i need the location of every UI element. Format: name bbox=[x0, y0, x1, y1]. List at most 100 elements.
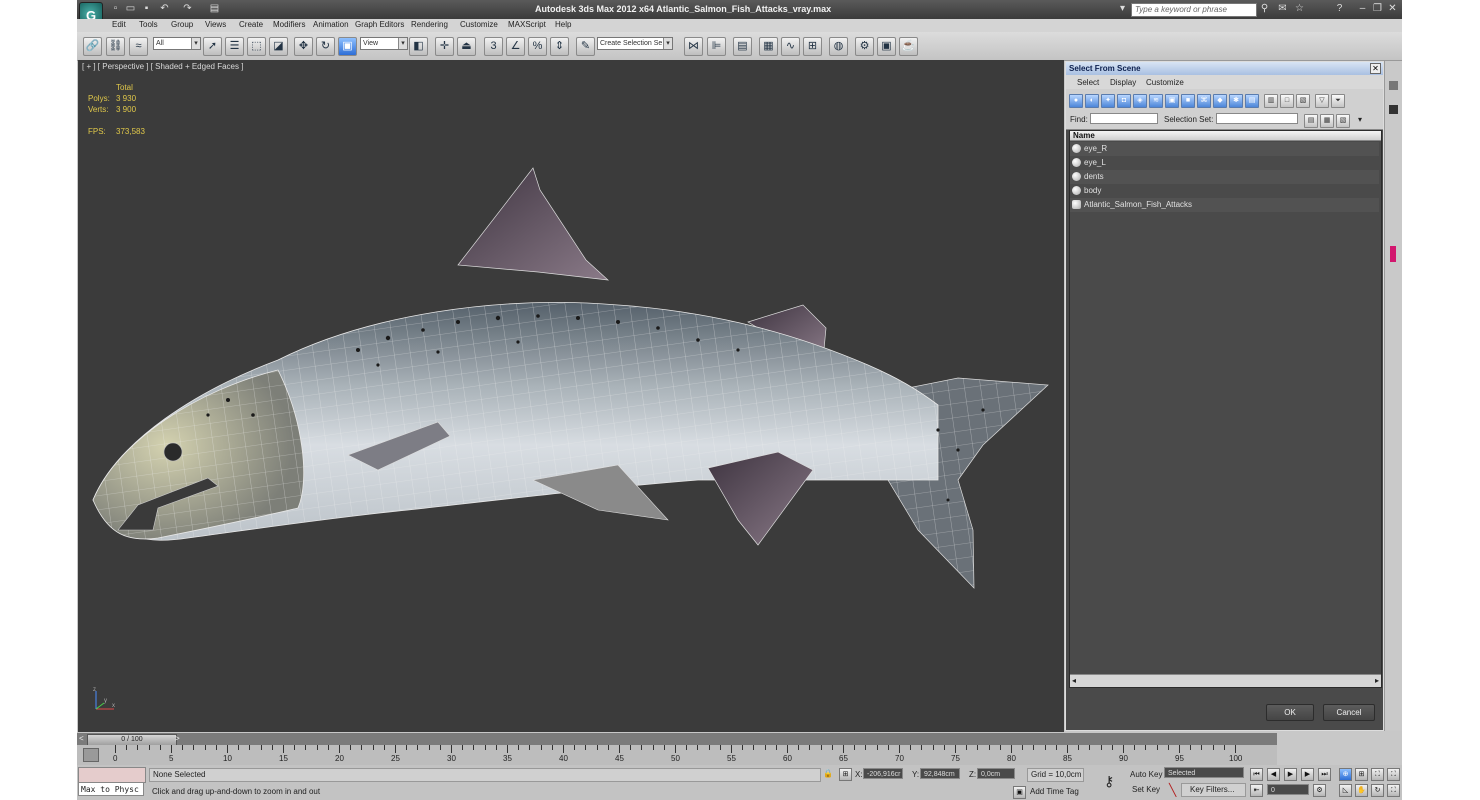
menu-create[interactable]: Create bbox=[239, 20, 263, 29]
help-icon[interactable]: ? bbox=[1334, 3, 1345, 14]
list-item[interactable]: eye_L bbox=[1070, 156, 1379, 170]
panel-tab-icon[interactable] bbox=[1389, 81, 1398, 90]
display-helpers-icon[interactable]: ◈ bbox=[1133, 94, 1147, 108]
panel-tab-icon[interactable] bbox=[1389, 105, 1398, 114]
zoom-icon[interactable]: ⊕ bbox=[1339, 768, 1352, 781]
time-slider-prev[interactable]: < bbox=[79, 734, 84, 743]
list-item[interactable]: Atlantic_Salmon_Fish_Attacks bbox=[1070, 198, 1379, 212]
restore-icon[interactable]: ❐ bbox=[1372, 3, 1383, 14]
menu-edit[interactable]: Edit bbox=[112, 20, 126, 29]
z-coordinate-field[interactable]: 0,0cm bbox=[977, 768, 1015, 779]
column-header-name[interactable]: Name bbox=[1070, 131, 1381, 141]
display-groups-icon[interactable]: ▣ bbox=[1165, 94, 1179, 108]
bind-space-warp-icon[interactable]: ≈ bbox=[129, 37, 148, 56]
scroll-left-icon[interactable]: ◂ bbox=[1072, 676, 1076, 685]
horizontal-scrollbar[interactable]: ◂ ▸ bbox=[1070, 674, 1381, 687]
selection-filter-dropdown[interactable]: All ▾ bbox=[153, 37, 201, 50]
schematic-view-icon[interactable]: ⊞ bbox=[803, 37, 822, 56]
key-filter-icon[interactable]: ╲ bbox=[1169, 783, 1176, 797]
play-icon[interactable]: ▶ bbox=[1284, 768, 1297, 781]
menu-tools[interactable]: Tools bbox=[139, 20, 158, 29]
find-input[interactable] bbox=[1090, 113, 1158, 124]
cancel-button[interactable]: Cancel bbox=[1323, 704, 1375, 721]
menu-help[interactable]: Help bbox=[555, 20, 571, 29]
perspective-viewport[interactable]: [ + ] [ Perspective ] [ Shaded + Edged F… bbox=[78, 60, 1064, 732]
set-key-icon[interactable]: ⚷ bbox=[1104, 773, 1114, 790]
mirror-icon[interactable]: ⋈ bbox=[684, 37, 703, 56]
pivot-center-icon[interactable]: ◧ bbox=[409, 37, 428, 56]
add-time-tag[interactable]: Add Time Tag bbox=[1030, 787, 1079, 796]
next-frame-icon[interactable]: ▶ bbox=[1301, 768, 1314, 781]
filter-options-icon[interactable]: ⏷ bbox=[1331, 94, 1345, 108]
dialog-menu-select[interactable]: Select bbox=[1077, 78, 1099, 87]
display-shapes-icon[interactable]: ◐ bbox=[1085, 94, 1099, 108]
ok-button[interactable]: OK bbox=[1266, 704, 1314, 721]
named-selection-set-dropdown[interactable]: Create Selection Se ▾ bbox=[597, 37, 673, 50]
display-geometry-icon[interactable]: ● bbox=[1069, 94, 1083, 108]
time-configuration-icon[interactable]: ⚙ bbox=[1313, 784, 1326, 797]
layer-manager-icon[interactable]: ▤ bbox=[733, 37, 752, 56]
keyboard-shortcut-override-icon[interactable]: ⏏ bbox=[457, 37, 476, 56]
help-search-input[interactable]: Type a keyword or phrase bbox=[1131, 3, 1257, 17]
dialog-close-icon[interactable]: ✕ bbox=[1370, 63, 1381, 74]
edit-named-selection-icon[interactable]: ✎ bbox=[576, 37, 595, 56]
time-slider-next[interactable]: > bbox=[175, 734, 180, 743]
manipulate-icon[interactable]: ✛ bbox=[435, 37, 454, 56]
display-invert-icon[interactable]: ▧ bbox=[1296, 94, 1310, 108]
pan-view-icon[interactable]: ✋ bbox=[1355, 784, 1368, 797]
redo-icon[interactable]: ↷ bbox=[182, 3, 193, 14]
graphite-modeling-tools-icon[interactable]: ▦ bbox=[759, 37, 778, 56]
key-mode-dropdown[interactable]: Selected bbox=[1164, 767, 1244, 778]
create-selection-set-icon[interactable]: ▤ bbox=[1304, 114, 1318, 128]
go-to-start-icon[interactable]: ⏮ bbox=[1250, 768, 1263, 781]
menu-graph-editors[interactable]: Graph Editors bbox=[355, 20, 404, 29]
x-coordinate-field[interactable]: -206,916cr bbox=[863, 768, 903, 779]
binoculars-icon[interactable]: ⚲ bbox=[1259, 3, 1270, 14]
menu-modifiers[interactable]: Modifiers bbox=[273, 20, 305, 29]
filter-icon[interactable]: ▽ bbox=[1315, 94, 1329, 108]
edit-selection-set-icon[interactable]: ▦ bbox=[1320, 114, 1334, 128]
minimize-icon[interactable]: – bbox=[1357, 3, 1368, 14]
subscription-icon[interactable]: ✉ bbox=[1277, 3, 1288, 14]
absolute-mode-icon[interactable]: ⊞ bbox=[839, 768, 852, 781]
close-window-icon[interactable]: ✕ bbox=[1387, 3, 1398, 14]
new-file-icon[interactable]: ▫ bbox=[110, 3, 121, 14]
menu-group[interactable]: Group bbox=[171, 20, 193, 29]
key-filters-button[interactable]: Key Filters... bbox=[1181, 783, 1246, 797]
track-bar[interactable]: 0 5 10 15 20 25 30 35 40 45 50 55 60 65 70 75 80 85 90 95 10… bbox=[77, 745, 1277, 765]
link-icon[interactable]: 🔗 bbox=[83, 37, 102, 56]
open-file-icon[interactable]: ▭ bbox=[125, 3, 136, 14]
list-item[interactable]: dents bbox=[1070, 170, 1379, 184]
undo-icon[interactable]: ↶ bbox=[159, 3, 170, 14]
save-file-icon[interactable]: ▪ bbox=[141, 3, 152, 14]
orbit-icon[interactable]: ↻ bbox=[1371, 784, 1384, 797]
menu-maxscript[interactable]: MAXScript bbox=[508, 20, 546, 29]
maxscript-mini-listener[interactable]: Max to Physc bbox=[78, 782, 144, 796]
selection-set-dropdown[interactable] bbox=[1216, 113, 1298, 124]
menu-customize[interactable]: Customize bbox=[460, 20, 498, 29]
display-bones-icon[interactable]: ⌘ bbox=[1197, 94, 1211, 108]
display-hidden-icon[interactable]: ▤ bbox=[1245, 94, 1259, 108]
percent-snap-icon[interactable]: % bbox=[528, 37, 547, 56]
time-slider[interactable]: < 0 / 100 > bbox=[77, 733, 1277, 746]
zoom-all-icon[interactable]: ⊞ bbox=[1355, 768, 1368, 781]
dropdown-arrow-icon[interactable]: ▾ bbox=[1117, 3, 1128, 14]
y-coordinate-field[interactable]: 92,848cm bbox=[920, 768, 960, 779]
select-by-name-icon[interactable]: ☰ bbox=[225, 37, 244, 56]
favorites-star-icon[interactable]: ☆ bbox=[1294, 3, 1305, 14]
list-item[interactable]: body bbox=[1070, 184, 1379, 198]
project-folder-icon[interactable]: ▤ bbox=[209, 3, 220, 14]
more-options-icon[interactable]: ▾ bbox=[1358, 115, 1362, 124]
dialog-menu-customize[interactable]: Customize bbox=[1146, 78, 1184, 87]
select-and-rotate-icon[interactable]: ↻ bbox=[316, 37, 335, 56]
set-key-button[interactable]: Set Key bbox=[1132, 785, 1160, 794]
material-editor-icon[interactable]: ◍ bbox=[829, 37, 848, 56]
reference-coordinate-dropdown[interactable]: View ▾ bbox=[360, 37, 408, 50]
key-mode-toggle-icon[interactable]: ⇤ bbox=[1250, 784, 1263, 797]
go-to-end-icon[interactable]: ⏭ bbox=[1318, 768, 1331, 781]
menu-rendering[interactable]: Rendering bbox=[411, 20, 448, 29]
maxscript-mini-listener-top[interactable] bbox=[78, 767, 146, 783]
curve-editor-icon[interactable]: ∿ bbox=[781, 37, 800, 56]
maximize-viewport-icon[interactable]: ⛶ bbox=[1387, 784, 1400, 797]
display-cameras-icon[interactable]: ◘ bbox=[1117, 94, 1131, 108]
